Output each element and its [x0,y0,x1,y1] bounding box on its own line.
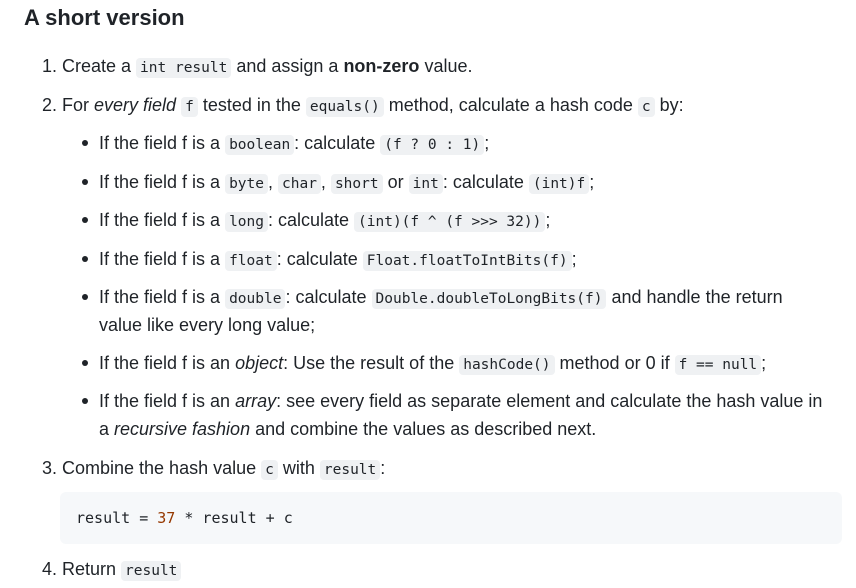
bullet-dot [82,256,88,262]
inline-code: byte [225,174,268,194]
inline-code: result [319,460,381,480]
text: Create a [62,56,137,76]
code-token: * result + c [175,509,293,527]
inline-code: char [278,174,321,194]
inline-code: int [408,174,443,194]
text: ; [484,133,490,153]
code-block: result = 37 * result + c [60,492,842,544]
inline-code: (int)f [528,174,590,194]
text: tested in the [197,95,306,115]
document: A short version 1. Create a int result an… [0,0,856,588]
text: Return [62,559,122,579]
inline-code: result [121,561,182,581]
text: method or 0 if [554,353,675,373]
inline-code: f [181,97,198,117]
text: : calculate [267,210,355,230]
section-heading: A short version [24,5,185,30]
text: value like every long value; [99,315,316,335]
text: ; [545,210,551,230]
text: For [62,95,95,115]
code-token: result = [76,509,158,527]
bullet-array-continued: a recursive fashion and combine the valu… [99,417,596,441]
italic-text: array [235,391,277,411]
bullet-integer-types: If the field f is a byte, char, short or… [99,170,594,196]
inline-code: double [225,289,286,309]
bullet-double: If the field f is a double: calculate Do… [99,285,783,311]
bullet-array: If the field f is an array: see every fi… [99,389,822,413]
text: and handle the return [606,287,783,307]
inline-code: boolean [225,135,295,155]
text: : calculate [294,133,381,153]
inline-code: (f ? 0 : 1) [380,135,485,155]
text: : Use the result of the [283,353,460,373]
text: If the field f is an [99,391,236,411]
step-number: 4. [42,559,58,579]
bullet-boolean: If the field f is a boolean: calculate (… [99,131,489,157]
step-1: 1. Create a int result and assign a non-z… [42,54,472,80]
text: by: [654,95,684,115]
bullet-dot [82,360,88,366]
text: value. [419,56,473,76]
text: with [277,458,320,478]
bullet-double-continued: value like every long value; [99,313,315,337]
inline-code: Double.doubleToLongBits(f) [371,289,607,309]
text: ; [571,249,577,269]
text: Combine the hash value [62,458,262,478]
text: If the field f is a [99,287,226,307]
bullet-float: If the field f is a float: calculate Flo… [99,247,577,273]
bullet-long: If the field f is a long: calculate (int… [99,208,550,234]
inline-code: int result [136,58,232,78]
text: or [382,172,409,192]
text: If the field f is a [99,249,226,269]
step-3: 3. Combine the hash value c with result: [42,456,385,482]
inline-code: f == null [674,355,762,375]
bullet-dot [82,140,88,146]
bullet-dot [82,398,88,404]
inline-code: hashCode() [459,355,555,375]
step-number: 3. [42,458,58,478]
bullet-dot [82,179,88,185]
inline-code: long [225,212,268,232]
inline-code: float [225,251,277,271]
text: method, calculate a hash code [383,95,638,115]
text: : see every field as separate element an… [276,391,823,411]
text: ; [589,172,595,192]
text: : calculate [285,287,372,307]
inline-code: (int)(f ^ (f >>> 32)) [354,212,546,232]
step-2: 2. For every field f tested in the equals… [42,93,684,119]
step-number: 1. [42,56,58,76]
inline-code: c [637,97,655,117]
text: ; [761,353,767,373]
bullet-object: If the field f is an object: Use the res… [99,351,766,377]
text: If the field f is a [99,172,226,192]
text: and combine the values as described next… [250,419,597,439]
code-number-literal: 37 [157,509,176,527]
text: If the field f is a [99,133,226,153]
bold-text: non-zero [343,56,420,76]
text: , [267,172,278,192]
italic-text: every field [94,95,177,115]
inline-code: short [330,174,383,194]
inline-code: Float.floatToIntBits(f) [362,251,572,271]
code-line: result = 37 * result + c [76,508,293,528]
text: : [380,458,386,478]
text: and assign a [231,56,344,76]
text: If the field f is a [99,210,226,230]
step-number: 2. [42,95,58,115]
inline-code: equals() [305,97,384,117]
bullet-dot [82,217,88,223]
text: , [320,172,331,192]
inline-code: c [261,460,278,480]
text: : calculate [442,172,529,192]
bullet-dot [82,294,88,300]
text: a [99,419,115,439]
italic-text: object [235,353,284,373]
text: If the field f is an [99,353,236,373]
step-4: 4. Return result [42,557,182,583]
text: : calculate [276,249,363,269]
italic-text: recursive fashion [114,419,251,439]
